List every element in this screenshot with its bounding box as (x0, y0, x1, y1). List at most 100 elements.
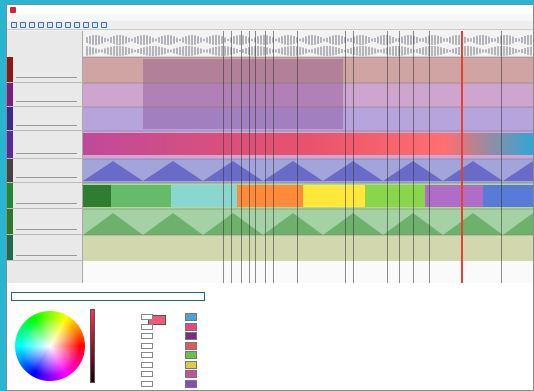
param-row (103, 370, 153, 378)
stop-icon[interactable] (92, 22, 98, 28)
marker-line (501, 31, 502, 283)
marker-line (255, 31, 256, 283)
palette-swatch[interactable] (185, 322, 197, 331)
track-header[interactable] (7, 209, 83, 235)
param-value-field[interactable] (141, 380, 153, 387)
palette-swatch[interactable] (185, 360, 197, 369)
marker-line (429, 31, 430, 283)
zoom-icon[interactable] (101, 22, 107, 28)
track-header[interactable] (7, 131, 83, 159)
track-level-line (16, 77, 77, 78)
marker-line (249, 31, 250, 283)
copy-icon[interactable] (65, 22, 71, 28)
color-wheel[interactable] (15, 311, 85, 381)
marker-line (413, 31, 414, 283)
track-level-line (16, 255, 77, 256)
param-value-field[interactable] (141, 371, 153, 377)
track-color-swatch (7, 83, 13, 106)
marker-line (223, 31, 224, 283)
param-value-field[interactable] (141, 323, 153, 330)
track-color-swatch (7, 131, 13, 158)
redo-icon[interactable] (47, 22, 53, 28)
track-header[interactable] (7, 107, 83, 131)
cut-icon[interactable] (56, 22, 62, 28)
palette-swatch[interactable] (185, 313, 197, 321)
track-level-line (16, 101, 77, 102)
undo-icon[interactable] (38, 22, 44, 28)
save-icon[interactable] (29, 22, 35, 28)
track-color-swatch (7, 183, 13, 208)
name-field[interactable] (11, 292, 205, 301)
param-value-field[interactable] (141, 361, 153, 368)
timeline[interactable] (83, 31, 534, 283)
title-bar (7, 5, 533, 14)
param-value-field[interactable] (141, 342, 153, 349)
open-icon[interactable] (20, 22, 26, 28)
palette-swatch[interactable] (185, 332, 197, 340)
param-row (103, 332, 153, 340)
param-value-field[interactable] (141, 352, 153, 358)
track-color-swatch (7, 159, 13, 182)
palette-swatch[interactable] (185, 351, 197, 359)
track-color-swatch (7, 235, 13, 260)
palette-swatch[interactable] (185, 370, 197, 378)
new-icon[interactable] (11, 22, 17, 28)
track-header[interactable] (7, 159, 83, 183)
track-color-swatch (7, 57, 13, 82)
track-level-line (16, 203, 77, 204)
track-lane (83, 235, 533, 261)
toolbar (7, 21, 533, 30)
track-level-line (16, 125, 77, 126)
selected-region (143, 59, 343, 129)
marker-line (297, 31, 298, 283)
value-slider[interactable] (90, 309, 95, 383)
color-block (483, 185, 533, 207)
color-panel (7, 283, 533, 390)
track-color-swatch (7, 209, 13, 234)
playhead-marker[interactable] (461, 31, 463, 283)
play-icon[interactable] (83, 22, 89, 28)
track-level-line (16, 229, 77, 230)
marker-line (241, 31, 242, 283)
color-block (425, 185, 483, 207)
param-row (103, 361, 153, 369)
marker-line (231, 31, 232, 283)
timeline-canvas[interactable] (83, 31, 534, 283)
marker-line (399, 31, 400, 283)
app-window (6, 4, 534, 391)
track-header-column (7, 31, 83, 283)
sequence-editor (7, 31, 534, 283)
paste-icon[interactable] (74, 22, 80, 28)
color-block (237, 185, 303, 207)
param-row (103, 313, 153, 321)
color-block (171, 185, 237, 207)
color-block (111, 185, 171, 207)
color-gradient-strip (83, 133, 533, 155)
palette-swatch[interactable] (185, 341, 197, 350)
palette-swatch[interactable] (185, 379, 197, 388)
waveform-ruler (83, 31, 533, 57)
track-header[interactable] (7, 57, 83, 83)
track-header[interactable] (7, 235, 83, 261)
param-row (103, 342, 153, 350)
param-value-field[interactable] (141, 314, 153, 320)
track-level-line (16, 153, 77, 154)
marker-line (265, 31, 266, 283)
param-row (103, 323, 153, 331)
track-header[interactable] (7, 83, 83, 107)
track-color-swatch (7, 107, 13, 130)
param-row (103, 351, 153, 359)
color-block (303, 185, 365, 207)
track-header[interactable] (7, 183, 83, 209)
color-block (83, 185, 111, 207)
marker-line (273, 31, 274, 283)
color-block (365, 185, 425, 207)
track-level-line (16, 177, 77, 178)
marker-line (345, 31, 346, 283)
param-value-field[interactable] (141, 333, 153, 339)
menu-bar[interactable] (7, 14, 533, 21)
marker-line (353, 31, 354, 283)
param-row (103, 380, 153, 388)
app-icon (10, 6, 16, 13)
marker-line (387, 31, 388, 283)
